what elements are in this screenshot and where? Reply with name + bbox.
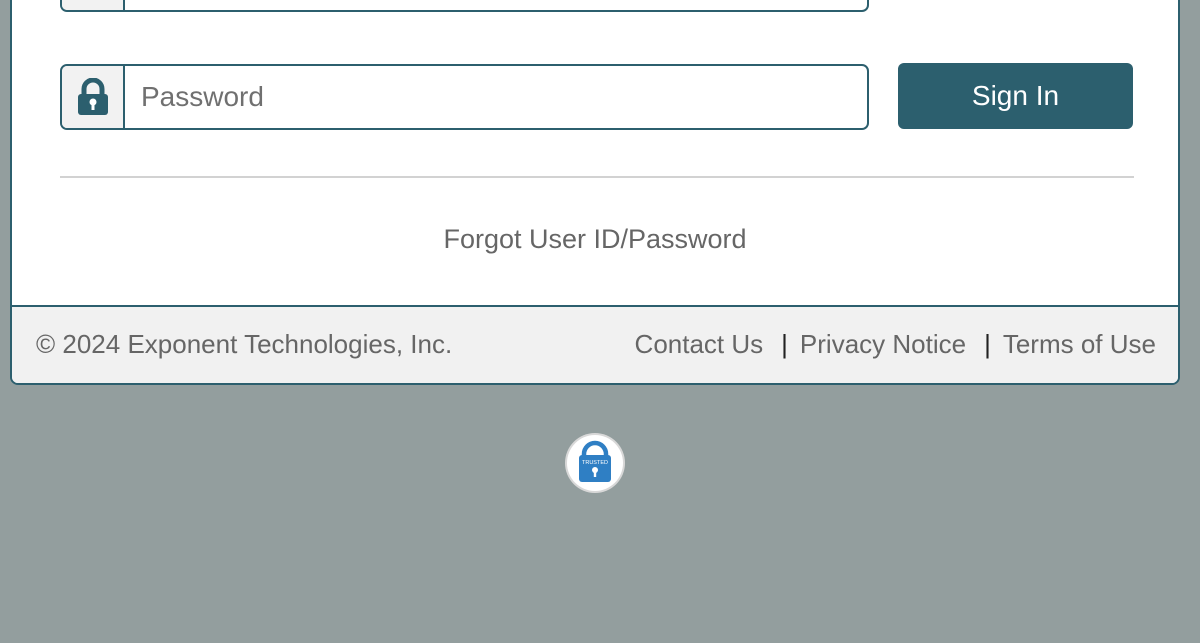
footer-links: Contact Us | Privacy Notice | Terms of U… [635,329,1156,360]
card-footer: © 2024 Exponent Technologies, Inc. Conta… [12,305,1178,383]
badge-text: TRUSTED [582,460,608,466]
privacy-notice-link[interactable]: Privacy Notice [800,329,966,360]
password-addon [62,66,125,128]
padlock-icon: TRUSTED [579,440,611,482]
link-separator: | [781,329,788,359]
user-id-field[interactable] [125,0,867,10]
link-separator: | [984,329,991,359]
forgot-credentials-link[interactable]: Forgot User ID/Password [12,224,1178,255]
copyright-text: © 2024 Exponent Technologies, Inc. [36,329,453,359]
password-input-group [60,64,869,130]
trusted-badge[interactable]: TRUSTED [567,435,623,491]
sign-in-button[interactable]: Sign In [898,63,1133,129]
terms-of-use-link[interactable]: Terms of Use [1003,329,1156,360]
password-field[interactable] [125,66,867,128]
user-id-addon [62,0,125,10]
lock-icon [77,78,108,115]
user-id-input-group [60,0,869,12]
login-card: Sign In Forgot User ID/Password © 2024 E… [10,0,1180,385]
divider [60,176,1134,178]
contact-us-link[interactable]: Contact Us [635,329,764,360]
